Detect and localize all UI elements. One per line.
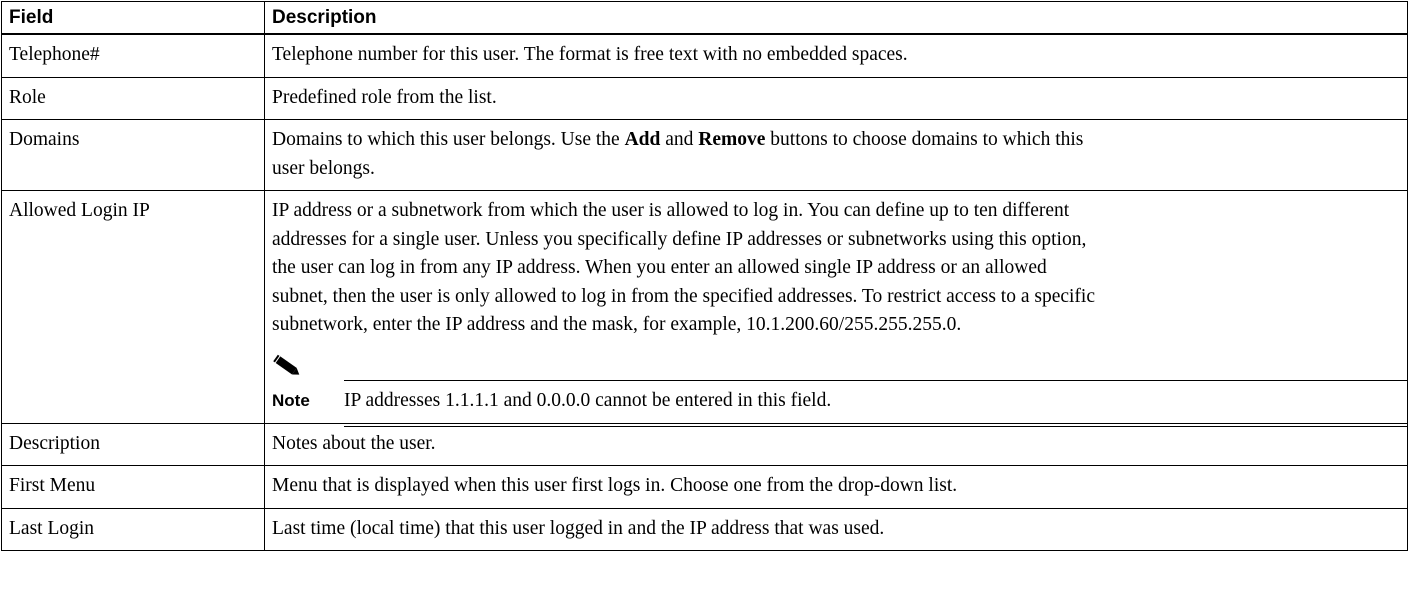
- field-cell: First Menu: [1, 465, 265, 509]
- remove-keyword: Remove: [698, 129, 766, 150]
- description-line: user belongs.: [272, 157, 375, 179]
- table-row-allowed-login-ip: Allowed Login IP IP address or a subnetw…: [1, 190, 1408, 427]
- table-row-domains: Domains Domains to which this user belon…: [1, 119, 1408, 191]
- note-text: IP addresses 1.1.1.1 and 0.0.0.0 cannot …: [344, 389, 832, 411]
- description-cell: IP address or a subnetwork from which th…: [264, 190, 1408, 427]
- field-cell: Telephone#: [1, 33, 265, 78]
- description-line: addresses for a single user. Unless you …: [272, 228, 1087, 250]
- field-cell: Last Login: [1, 507, 265, 551]
- add-keyword: Add: [624, 129, 661, 150]
- description-line: the user can log in from any IP address.…: [272, 257, 1047, 278]
- field-cell: Allowed Login IP: [1, 190, 265, 424]
- description-line: IP address or a subnetwork from which th…: [272, 200, 1070, 221]
- table-row-telephone: Telephone# Telephone number for this use…: [1, 33, 1408, 78]
- table-row-first-menu: First Menu Menu that is displayed when t…: [1, 465, 1408, 509]
- field-cell: Domains: [1, 119, 265, 191]
- field-column-header: Field: [1, 1, 265, 35]
- description-cell: Last time (local time) that this user lo…: [264, 507, 1408, 551]
- field-cell: Role: [1, 76, 265, 120]
- table-row-role: Role Predefined role from the list.: [1, 76, 1408, 120]
- table-row-description: Description Notes about the user.: [1, 422, 1408, 466]
- field-description-table: Field Description Telephone# Telephone n…: [1, 1, 1408, 551]
- description-cell: Domains to which this user belongs. Use …: [264, 119, 1408, 191]
- note-block: Note IP addresses 1.1.1.1 and 0.0.0.0 ca…: [272, 352, 1407, 427]
- description-text: and: [660, 129, 699, 150]
- note-label: Note: [272, 390, 310, 410]
- field-cell: Description: [1, 422, 265, 466]
- description-cell: Predefined role from the list.: [264, 76, 1408, 120]
- description-cell: Menu that is displayed when this user fi…: [264, 465, 1408, 509]
- description-column-header: Description: [264, 1, 1408, 35]
- description-line: subnetwork, enter the IP address and the…: [272, 314, 962, 335]
- note-bottom-rule: [344, 425, 1407, 427]
- table-row-last-login: Last Login Last time (local time) that t…: [1, 507, 1408, 551]
- description-line: Domains to which this user belongs. Use …: [272, 126, 1400, 155]
- description-cell: Notes about the user.: [264, 422, 1408, 466]
- description-line: subnet, then the user is only allowed to…: [272, 285, 1095, 307]
- pencil-icon: [273, 354, 300, 375]
- note-top-rule: [344, 379, 1407, 381]
- description-text: buttons to choose domains to which this: [765, 129, 1084, 150]
- description-text: Domains to which this user belongs. Use …: [272, 129, 625, 150]
- description-cell: Telephone number for this user. The form…: [264, 33, 1408, 78]
- table-header-row: Field Description: [1, 1, 1408, 35]
